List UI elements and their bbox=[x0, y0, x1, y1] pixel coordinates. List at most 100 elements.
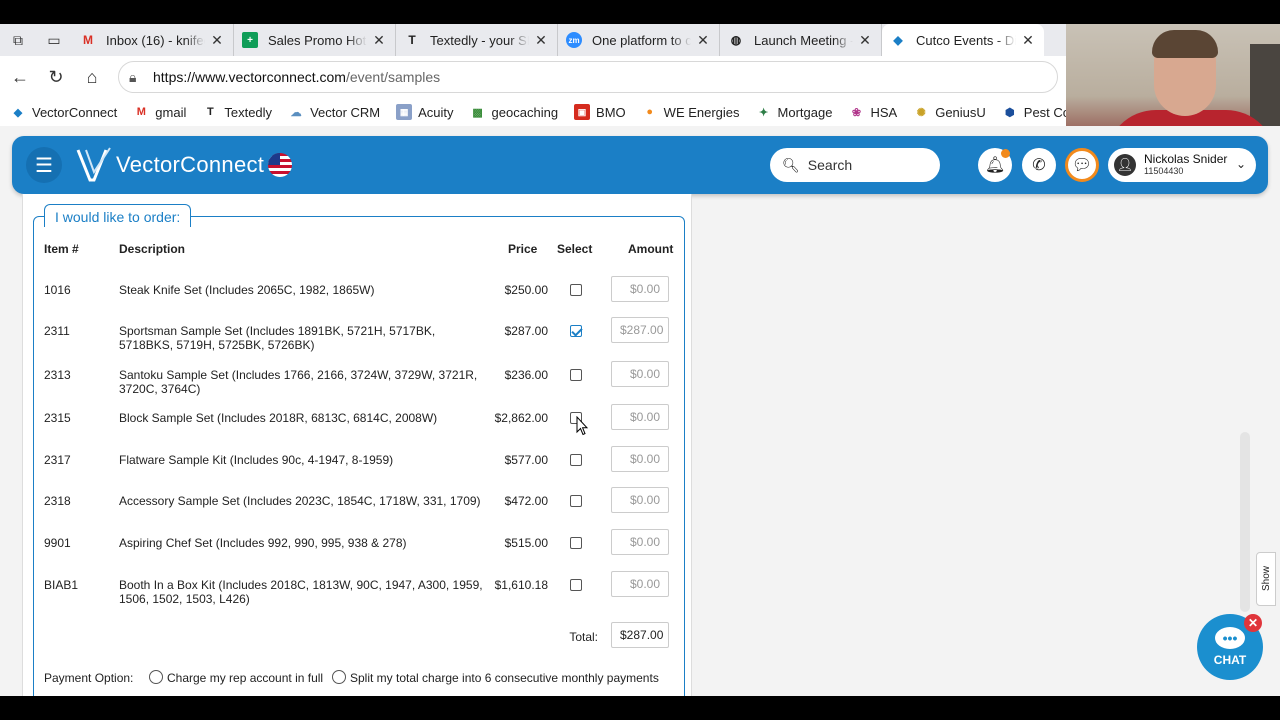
close-icon[interactable]: ✕ bbox=[371, 32, 387, 49]
bookmark-geniusu[interactable]: ✺ GeniusU bbox=[913, 104, 986, 120]
chevron-down-icon: ⌄ bbox=[1235, 157, 1246, 171]
bookmark-label: Textedly bbox=[224, 104, 273, 120]
bookmark-gmail[interactable]: Mgmail bbox=[133, 104, 187, 120]
page-scrollbar[interactable] bbox=[1240, 432, 1250, 612]
amount-field: $0.00 bbox=[611, 446, 669, 472]
tab-launch-meeting[interactable]: ◍ Launch Meeting - Zoom ✕ bbox=[720, 24, 882, 56]
zoom-icon: zm bbox=[566, 32, 582, 48]
screen: ⧉ ▭ M Inbox (16) - knifeguy ✕ + Sales Pr… bbox=[0, 0, 1280, 720]
tab-cutco-events[interactable]: ◆ Cutco Events - Display ✕ bbox=[882, 24, 1044, 56]
home-icon[interactable]: ⌂ bbox=[74, 59, 110, 95]
row-description: Block Sample Set (Includes 2018R, 6813C,… bbox=[119, 411, 438, 425]
row-price: $1,610.18 bbox=[494, 578, 548, 592]
close-icon[interactable]: ✕ bbox=[857, 32, 873, 49]
amount-field: $0.00 bbox=[611, 487, 669, 513]
back-icon[interactable]: ← bbox=[2, 59, 38, 95]
row-item-number: 2318 bbox=[44, 494, 71, 508]
tab-label: Sales Promo Hot List bbox=[268, 32, 367, 48]
row-price: $472.00 bbox=[504, 494, 548, 508]
tab-label: Cutco Events - Display bbox=[916, 32, 1016, 48]
brand-name[interactable]: VectorConnect bbox=[116, 152, 264, 178]
select-checkbox[interactable] bbox=[570, 369, 582, 381]
app-header: ☰ VectorConnect 🔍︎ Search 🔔︎ ✆ 💬︎ 👤︎ Nic… bbox=[12, 136, 1268, 194]
show-label: Show bbox=[1260, 566, 1272, 592]
tab-label: Launch Meeting - Zoom bbox=[754, 32, 853, 48]
search-icon: 🔍︎ bbox=[782, 156, 800, 173]
tab-label: Inbox (16) - knifeguy bbox=[106, 32, 205, 48]
select-checkbox[interactable] bbox=[570, 325, 582, 337]
pest-control-icon: ⬢ bbox=[1004, 106, 1015, 119]
amount-field: $0.00 bbox=[611, 529, 669, 555]
select-checkbox[interactable] bbox=[570, 454, 582, 466]
tab-actions-icon[interactable]: ▭ bbox=[36, 24, 72, 56]
url-path: /event/samples bbox=[345, 69, 441, 85]
acuity-icon: ▦ bbox=[396, 104, 413, 120]
select-checkbox[interactable] bbox=[570, 579, 582, 591]
payment-full-label[interactable]: Charge my rep account in full bbox=[167, 671, 323, 685]
bookmark-we-energies[interactable]: ● WE Energies bbox=[642, 104, 739, 120]
tab-inbox[interactable]: M Inbox (16) - knifeguy ✕ bbox=[72, 24, 234, 56]
refresh-icon[interactable]: ↻ bbox=[38, 59, 74, 95]
geocaching-icon: ▩ bbox=[472, 106, 483, 119]
bookmark-acuity[interactable]: ▦ Acuity bbox=[396, 104, 454, 120]
workspaces-icon[interactable]: ⧉ bbox=[0, 24, 36, 56]
show-panel-tab[interactable]: Show bbox=[1256, 552, 1276, 606]
row-description: Booth In a Box Kit (Includes 2018C, 1813… bbox=[119, 578, 483, 606]
header-description: Description bbox=[119, 242, 186, 256]
select-checkbox[interactable] bbox=[570, 537, 582, 549]
bookmark-textedly[interactable]: T Textedly bbox=[202, 104, 272, 120]
tab-zoom[interactable]: zm One platform to connect ✕ bbox=[558, 24, 720, 56]
row-item-number: 2313 bbox=[44, 368, 71, 382]
close-icon[interactable]: ✕ bbox=[209, 32, 225, 49]
payment-option-label: Payment Option: bbox=[44, 671, 134, 685]
total-amount: $287.00 bbox=[611, 622, 669, 648]
search-button[interactable]: 🔍︎ Search bbox=[770, 148, 940, 182]
messages-button[interactable]: 💬︎ bbox=[1065, 148, 1099, 182]
close-icon[interactable]: ✕ bbox=[533, 32, 549, 49]
close-icon[interactable]: ✕ bbox=[695, 32, 711, 49]
total-label: Total: bbox=[569, 630, 598, 644]
tab-textedly[interactable]: T Textedly - your SMS ✕ bbox=[396, 24, 558, 56]
notification-dot bbox=[1001, 149, 1010, 158]
user-id: 11504430 bbox=[1144, 166, 1184, 176]
row-description: Sportsman Sample Set (Includes 1891BK, 5… bbox=[119, 324, 436, 352]
payment-split-label[interactable]: Split my total charge into 6 consecutive… bbox=[350, 671, 659, 685]
close-icon[interactable]: ✕ bbox=[1244, 614, 1262, 632]
menu-icon[interactable]: ☰ bbox=[26, 147, 62, 183]
bookmark-hsa[interactable]: ❀ HSA bbox=[848, 104, 897, 120]
bookmark-mortgage[interactable]: ✦ Mortgage bbox=[756, 104, 833, 120]
row-description: Santoku Sample Set (Includes 1766, 2166,… bbox=[119, 368, 478, 396]
notifications-button[interactable]: 🔔︎ bbox=[978, 148, 1012, 182]
user-menu[interactable]: 👤︎ Nickolas Snider 11504430 ⌄ bbox=[1108, 148, 1256, 182]
phone-icon: ✆ bbox=[1032, 157, 1046, 174]
select-checkbox[interactable] bbox=[570, 495, 582, 507]
webcam-person-hair bbox=[1152, 30, 1218, 58]
geniusu-icon: ✺ bbox=[916, 106, 926, 119]
close-icon[interactable]: ✕ bbox=[1020, 32, 1036, 49]
row-description: Accessory Sample Set (Includes 2023C, 18… bbox=[119, 494, 481, 508]
tab-sales-promo[interactable]: + Sales Promo Hot List ✕ bbox=[234, 24, 396, 56]
vector-icon: ◆ bbox=[13, 106, 23, 119]
bookmark-label: GeniusU bbox=[935, 104, 986, 120]
mortgage-icon: ✦ bbox=[758, 106, 769, 119]
phone-button[interactable]: ✆ bbox=[1022, 148, 1056, 182]
letterbox-bottom bbox=[0, 696, 1280, 720]
row-item-number: 1016 bbox=[44, 283, 71, 297]
row-item-number: 2311 bbox=[44, 324, 70, 338]
select-checkbox[interactable] bbox=[570, 284, 582, 296]
hsa-icon: ❀ bbox=[851, 106, 862, 119]
url-bar[interactable]: 🔒︎ https://www.vectorconnect.com/event/s… bbox=[118, 61, 1058, 93]
bookmark-vectorconnect[interactable]: ◆ VectorConnect bbox=[10, 104, 118, 120]
payment-full-radio[interactable] bbox=[149, 670, 163, 684]
payment-split-radio[interactable] bbox=[332, 670, 346, 684]
order-card bbox=[22, 194, 692, 696]
bookmark-geocaching[interactable]: ▩ geocaching bbox=[470, 104, 558, 120]
us-flag-icon[interactable] bbox=[268, 153, 292, 177]
letterbox-top bbox=[0, 0, 1280, 24]
order-legend: I would like to order: bbox=[44, 204, 192, 227]
row-description: Flatware Sample Kit (Includes 90c, 4-194… bbox=[119, 453, 394, 467]
bookmark-vector-crm[interactable]: ☁ Vector CRM bbox=[288, 104, 381, 120]
bookmark-bmo[interactable]: ▣ BMO bbox=[574, 104, 626, 120]
row-item-number: 9901 bbox=[44, 536, 71, 550]
address-bar-row: ← ↻ ⌂ 🔒︎ https://www.vectorconnect.com/e… bbox=[0, 56, 1066, 98]
